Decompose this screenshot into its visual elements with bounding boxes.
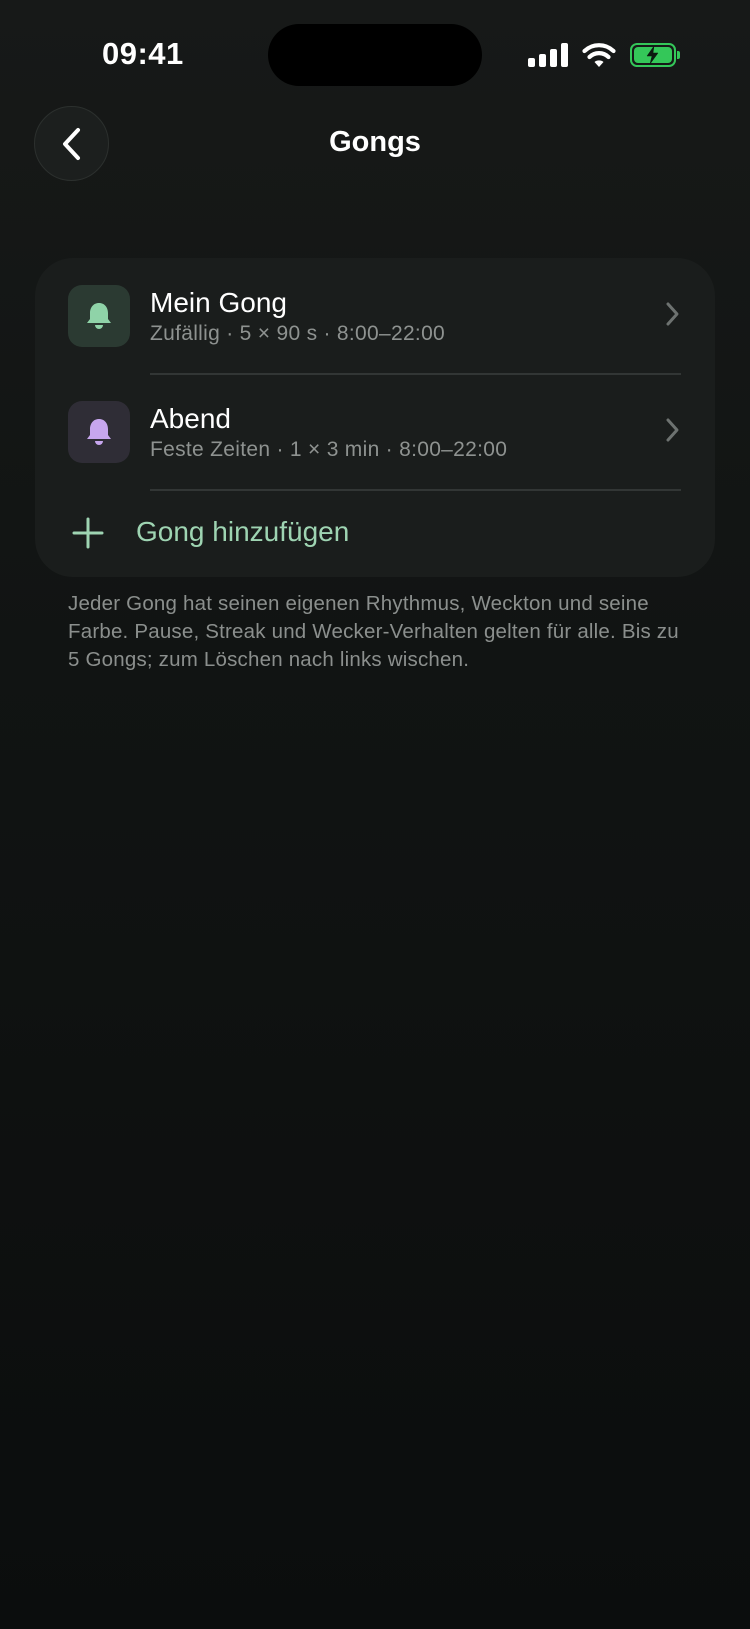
plus-icon — [72, 517, 104, 549]
gongs-list-card: Mein Gong Zufällig · 5 × 90 s · 8:00–22:… — [35, 258, 715, 577]
gong-color-tile — [68, 401, 130, 463]
gongs-footnote: Jeder Gong hat seinen eigenen Rhythmus, … — [68, 592, 679, 671]
status-time: 09:41 — [102, 36, 184, 71]
bell-icon — [87, 419, 111, 445]
dynamic-island — [268, 24, 482, 86]
bell-icon — [87, 303, 111, 329]
status-icons — [528, 40, 680, 70]
chevron-right-icon — [666, 418, 679, 442]
chevron-right-icon — [666, 302, 679, 326]
gong-row-abend[interactable]: Abend Feste Zeiten · 1 × 3 min · 8:00–22… — [35, 374, 715, 490]
gong-subtitle: Zufällig · 5 × 90 s · 8:00–22:00 — [150, 322, 446, 345]
cellular-signal-icon — [528, 43, 568, 67]
wifi-icon — [582, 43, 616, 67]
add-gong-label: Gong hinzufügen — [136, 516, 350, 547]
gong-title: Abend — [150, 403, 231, 434]
page-title: Gongs — [329, 126, 421, 158]
gong-title: Mein Gong — [150, 287, 287, 318]
gong-subtitle: Feste Zeiten · 1 × 3 min · 8:00–22:00 — [150, 438, 508, 461]
gong-row-mein-gong[interactable]: Mein Gong Zufällig · 5 × 90 s · 8:00–22:… — [35, 258, 715, 374]
battery-charging-icon — [630, 43, 680, 67]
gongs-screen: 09:41 Gongs Mein Gong Zufällig · 5 × 90 … — [0, 0, 750, 1629]
add-gong-button[interactable]: Gong hinzufügen — [35, 490, 715, 576]
gong-color-tile — [68, 285, 130, 347]
